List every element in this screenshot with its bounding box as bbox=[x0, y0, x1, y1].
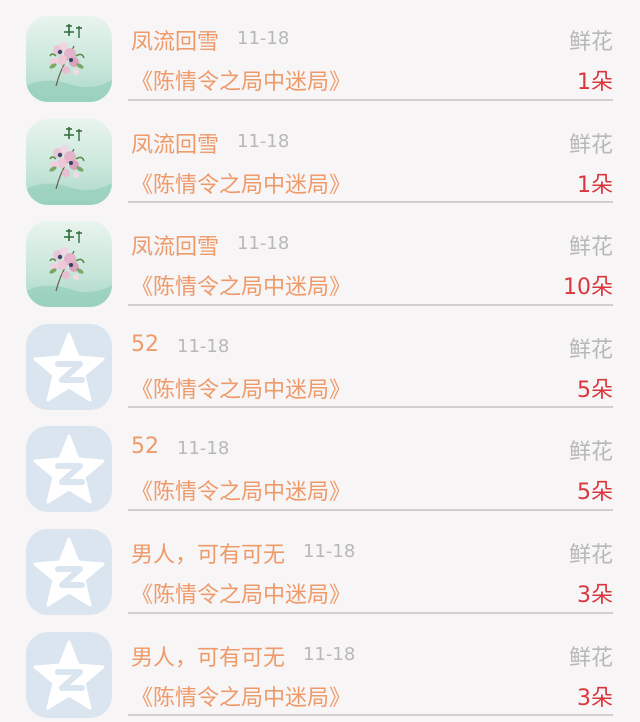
gift-record-list: 凤流回雪 11-18 鲜花 《陈情令之局中迷局》 1朵 凤流回雪 11-18 鲜花 《陈情令之… bbox=[0, 0, 640, 718]
default-star-avatar[interactable] bbox=[26, 631, 112, 718]
gift-count: 1朵 bbox=[577, 172, 613, 198]
user-avatar[interactable] bbox=[26, 118, 112, 205]
sender-name[interactable]: 凤流回雪 bbox=[131, 24, 219, 56]
row-divider bbox=[128, 406, 613, 409]
gift-date: 11-18 bbox=[177, 335, 230, 357]
list-item[interactable]: 凤流回雪 11-18 鲜花《陈情令之局中迷局》 1朵 bbox=[0, 103, 640, 206]
book-title-link[interactable]: 《陈情令之局中迷局》 bbox=[131, 474, 351, 506]
row-divider bbox=[128, 611, 613, 614]
gift-date: 11-18 bbox=[303, 540, 356, 562]
row-divider bbox=[128, 714, 613, 717]
default-star-avatar[interactable] bbox=[26, 528, 112, 615]
gift-date: 11-18 bbox=[237, 130, 290, 152]
row-divider bbox=[128, 201, 613, 204]
book-title-link[interactable]: 《陈情令之局中迷局》 bbox=[131, 269, 351, 301]
default-star-avatar[interactable] bbox=[26, 323, 112, 410]
sender-name[interactable]: 男人，可有可无 bbox=[131, 537, 285, 569]
book-title-link[interactable]: 《陈情令之局中迷局》 bbox=[131, 372, 351, 404]
gift-date: 11-18 bbox=[237, 233, 290, 255]
gift-count: 5朵 bbox=[577, 377, 613, 403]
default-star-avatar[interactable] bbox=[26, 426, 112, 513]
gift-count: 5朵 bbox=[577, 480, 613, 506]
list-item[interactable]: 凤流回雪 11-18 鲜花《陈情令之局中迷局》 10朵 bbox=[0, 205, 640, 308]
sender-name[interactable]: 52 bbox=[131, 434, 159, 459]
gift-type-label: 鲜花 bbox=[568, 132, 613, 158]
list-item[interactable]: 52 11-18 鲜花《陈情令之局中迷局》 5朵 bbox=[0, 410, 640, 513]
gift-type-label: 鲜花 bbox=[568, 645, 613, 671]
list-item[interactable]: 男人，可有可无 11-18 鲜花《陈情令之局中迷局》 3朵 bbox=[0, 616, 640, 719]
gift-count: 1朵 bbox=[577, 70, 613, 95]
user-avatar[interactable] bbox=[26, 16, 112, 102]
gift-count: 3朵 bbox=[577, 582, 613, 608]
book-title-link[interactable]: 《陈情令之局中迷局》 bbox=[131, 167, 351, 199]
gift-date: 11-18 bbox=[303, 643, 356, 665]
list-item[interactable]: 男人，可有可无 11-18 鲜花《陈情令之局中迷局》 3朵 bbox=[0, 513, 640, 616]
sender-name[interactable]: 凤流回雪 bbox=[131, 229, 219, 261]
gift-type-label: 鲜花 bbox=[568, 542, 613, 568]
gift-count: 3朵 bbox=[577, 685, 613, 711]
list-item[interactable]: 凤流回雪 11-18 鲜花《陈情令之局中迷局》 1朵 bbox=[0, 0, 640, 103]
gift-type-label: 鲜花 bbox=[568, 235, 613, 261]
sender-name[interactable]: 男人，可有可无 bbox=[131, 640, 285, 672]
book-title-link[interactable]: 《陈情令之局中迷局》 bbox=[131, 577, 351, 609]
book-title-link[interactable]: 《陈情令之局中迷局》 bbox=[131, 680, 351, 712]
gift-type-label: 鲜花 bbox=[568, 30, 613, 55]
book-title-link[interactable]: 《陈情令之局中迷局》 bbox=[131, 64, 351, 96]
gift-date: 11-18 bbox=[237, 28, 290, 49]
sender-name[interactable]: 凤流回雪 bbox=[131, 127, 219, 159]
gift-type-label: 鲜花 bbox=[568, 440, 613, 466]
gift-count: 10朵 bbox=[563, 275, 613, 301]
row-divider bbox=[128, 303, 613, 306]
row-divider bbox=[128, 508, 613, 511]
list-item[interactable]: 52 11-18 鲜花《陈情令之局中迷局》 5朵 bbox=[0, 308, 640, 411]
row-divider bbox=[128, 98, 613, 101]
gift-date: 11-18 bbox=[177, 438, 230, 460]
gift-type-label: 鲜花 bbox=[568, 337, 613, 363]
user-avatar[interactable] bbox=[26, 221, 112, 308]
sender-name[interactable]: 52 bbox=[131, 332, 159, 357]
